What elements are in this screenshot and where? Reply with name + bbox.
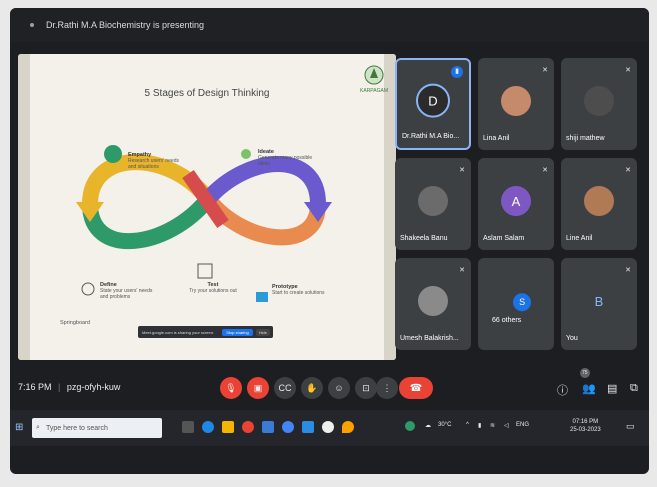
participant-tile[interactable]: ✕ Shakeela Banu <box>395 158 471 250</box>
people-icon[interactable]: 75 👥 <box>580 368 596 395</box>
info-icon[interactable]: ⓘ <box>557 382 568 398</box>
edge-icon[interactable] <box>202 421 214 433</box>
mic-off-button[interactable]: 🎙 <box>220 377 242 399</box>
store-icon[interactable] <box>262 421 274 433</box>
participant-name: Lina Anil <box>483 135 510 142</box>
activities-icon[interactable]: ⧉ <box>630 382 638 395</box>
avatar: D <box>416 83 450 118</box>
participant-name: Shakeela Banu <box>400 235 448 242</box>
presenter-bar: Dr.Rathi M.A Biochemistry is presenting <box>10 8 649 42</box>
presenter-dot-icon <box>30 23 34 27</box>
participant-tile[interactable]: ✕ shiji mathew <box>561 58 637 150</box>
network-icon[interactable]: ≋ <box>490 422 495 429</box>
participant-tile-self[interactable]: B ✕ You <box>561 258 637 350</box>
meet-window: Dr.Rathi M.A Biochemistry is presenting … <box>10 8 649 474</box>
tray-arrow-icon[interactable]: ^ <box>466 422 469 428</box>
presenter-banner: Dr.Rathi M.A Biochemistry is presenting <box>46 20 205 30</box>
weather-temp: 30°C <box>438 422 452 428</box>
stage-empathy: Empathy Research users' needs and situati… <box>128 152 179 170</box>
participant-name: Dr.Rathi M.A Bio... <box>402 133 460 140</box>
app-icon[interactable] <box>342 421 354 433</box>
chrome-icon[interactable] <box>242 421 254 433</box>
participant-tile[interactable]: ✕ Umesh Balakrish... <box>395 258 471 350</box>
avatar <box>584 186 614 216</box>
stage-ideate: Ideate Generate many possible ideas <box>258 149 313 167</box>
stop-sharing-button[interactable]: Stop sharing <box>222 328 253 336</box>
stage-prototype: Prototype Start to create solutions <box>272 284 325 296</box>
app-icon[interactable] <box>322 421 334 433</box>
avatar: B <box>594 293 604 309</box>
weather-icon[interactable]: ☁ <box>425 422 431 429</box>
presentation-view[interactable]: KARPAGAM 5 Stages of Design Thinking Emp… <box>18 54 396 360</box>
task-view-icon[interactable] <box>182 421 194 433</box>
meeting-controls: 7:16 PM | pzg-ofyh-kuw 🎙 ▣ CC ✋ ☺ ⊡ ⋮ ☎ … <box>10 368 649 410</box>
mic-off-icon: ✕ <box>625 67 631 74</box>
clock[interactable]: 07:16 PM 25-03-2023 <box>570 418 601 434</box>
search-icon: ⌕ <box>36 424 40 431</box>
present-button[interactable]: ⊡ <box>355 377 377 399</box>
taskbar-search-input[interactable]: ⌕ Type here to search <box>32 418 162 438</box>
file-explorer-icon[interactable] <box>222 421 234 433</box>
chat-icon[interactable]: ▤ <box>607 382 617 395</box>
more-options-button[interactable]: ⋮ <box>376 377 398 399</box>
avatar <box>418 286 448 316</box>
avatar <box>584 86 614 116</box>
mic-off-icon: ✕ <box>625 167 631 174</box>
raise-hand-button[interactable]: ✋ <box>301 377 323 399</box>
stage-test: Test Try your solutions out <box>189 282 237 294</box>
participant-tile[interactable]: A ✕ Aslam Salam <box>478 158 554 250</box>
avatar: A <box>501 186 531 216</box>
meeting-info: 7:16 PM | pzg-ofyh-kuw <box>18 382 121 392</box>
meeting-code: pzg-ofyh-kuw <box>66 382 121 392</box>
participant-name: Umesh Balakrish... <box>400 335 459 342</box>
avatar: S <box>513 293 532 312</box>
end-call-button[interactable]: ☎ <box>399 377 433 399</box>
mic-off-icon: ✕ <box>542 167 548 174</box>
tray-app-icon[interactable] <box>405 421 415 431</box>
participant-tile[interactable]: D ▮ Dr.Rathi M.A Bio... <box>395 58 471 150</box>
participant-name: Line Anil <box>566 235 593 242</box>
participant-name: shiji mathew <box>566 135 605 142</box>
stage-define: Define State your users' needs and proble… <box>100 282 153 300</box>
participant-tile[interactable]: ✕ Line Anil <box>561 158 637 250</box>
people-count-badge: 75 <box>580 368 590 378</box>
participant-name: 66 others <box>492 317 522 324</box>
camera-off-button[interactable]: ▣ <box>247 377 269 399</box>
hide-notice-button[interactable]: Hide <box>255 328 270 336</box>
avatar <box>501 86 531 116</box>
speaking-indicator-icon: ▮ <box>451 66 463 78</box>
avatar <box>418 186 448 216</box>
captions-button[interactable]: CC <box>274 377 296 399</box>
participant-tile-others[interactable]: S 66 others <box>478 258 554 350</box>
participant-name: You <box>566 335 578 342</box>
mic-off-icon: ✕ <box>625 267 631 274</box>
mic-off-icon: ✕ <box>459 167 465 174</box>
app-icon[interactable] <box>282 421 294 433</box>
mic-off-icon: ✕ <box>459 267 465 274</box>
volume-icon[interactable]: ◁ <box>504 422 509 429</box>
emoji-button[interactable]: ☺ <box>328 377 350 399</box>
language-indicator[interactable]: ENG <box>516 422 529 428</box>
design-thinking-diagram <box>76 145 332 302</box>
windows-taskbar: ⊞ ⌕ Type here to search ☁ 30°C ^ ▮ ≋ ◁ E… <box>10 410 649 446</box>
springboard-brand: Springboard <box>60 320 90 326</box>
screen-share-notice: Meet.google.com is sharing your screen. … <box>138 326 273 338</box>
notifications-icon[interactable]: ▭ <box>626 421 635 432</box>
mail-icon[interactable] <box>302 421 314 433</box>
participant-name: Aslam Salam <box>483 235 525 242</box>
meeting-time: 7:16 PM <box>18 382 52 392</box>
windows-start-icon[interactable]: ⊞ <box>15 422 23 433</box>
mic-off-icon: ✕ <box>542 67 548 74</box>
battery-icon: ▮ <box>478 423 482 429</box>
participant-tile[interactable]: ✕ Lina Anil <box>478 58 554 150</box>
